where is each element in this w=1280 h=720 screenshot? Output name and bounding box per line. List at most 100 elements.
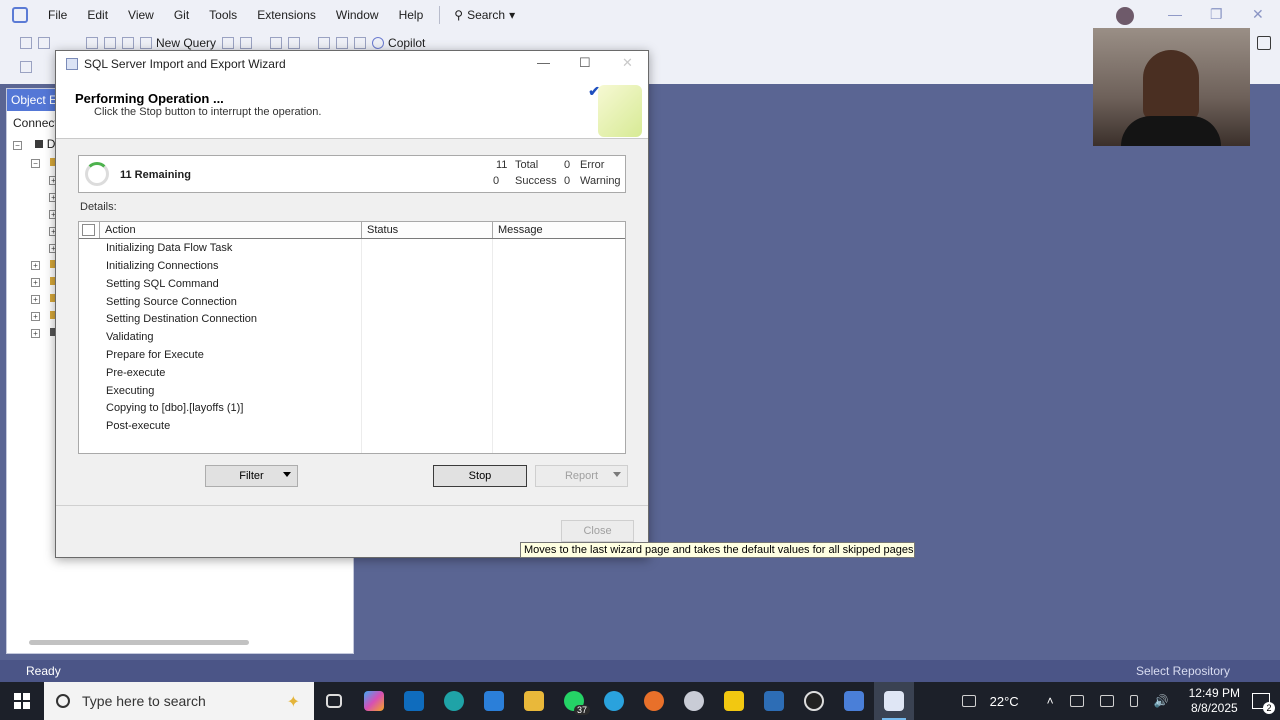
vs-code-app[interactable] [754,682,794,720]
tree-node-security[interactable]: + [31,257,58,271]
menu-help[interactable]: Help [389,8,434,22]
select-all-checkbox[interactable] [82,224,95,236]
maximize-icon[interactable]: ☐ [579,55,591,71]
scrollbar-thumb[interactable] [29,640,249,645]
feedback-icon[interactable] [1257,36,1271,50]
analysis-icon[interactable] [240,37,253,49]
select-repository-button[interactable]: Select Repository [1136,664,1230,678]
whatsapp-app[interactable]: 37 [554,682,594,720]
close-icon[interactable]: ✕ [1252,6,1264,23]
telegram-app[interactable] [594,682,634,720]
menu-file[interactable]: File [38,8,77,22]
menu-view[interactable]: View [118,8,164,22]
power-bi-app[interactable] [714,682,754,720]
tree-node-databases[interactable]: − [31,155,58,169]
tree-root[interactable]: − D [13,137,55,151]
edge-app[interactable] [434,682,474,720]
dialog-separator [56,505,648,506]
column-header-action[interactable]: Action [99,222,361,238]
collapse-icon[interactable]: − [13,141,22,150]
folder-icon[interactable] [336,37,349,49]
pin-icon[interactable] [20,61,32,73]
forward-icon[interactable] [38,37,50,49]
undo-icon[interactable] [270,37,283,49]
table-row[interactable]: Initializing Connections [79,257,625,275]
properties-icon[interactable] [354,37,367,49]
task-view-button[interactable] [314,682,354,720]
copilot-app[interactable] [354,682,394,720]
temperature[interactable]: 22°C [990,694,1019,709]
table-row[interactable]: Copying to [dbo].[layoffs (1)] [79,399,625,417]
menu-edit[interactable]: Edit [77,8,118,22]
notification-icon[interactable]: 2 [1252,693,1275,714]
expand-icon[interactable]: + [31,278,40,287]
new-query-button[interactable]: New Query [140,36,216,50]
cloud-icon[interactable] [1069,695,1084,707]
table-row[interactable]: Post-execute [79,417,625,435]
menu-window[interactable]: Window [326,8,389,22]
warning-label: Warning [580,175,621,187]
menu-tools[interactable]: Tools [199,8,247,22]
collapse-icon[interactable]: − [31,159,40,168]
tree-node-server-objects[interactable]: + [31,274,58,288]
stop-button[interactable]: Stop [433,465,527,487]
object-explorer-tab[interactable]: Object Ex [7,89,57,111]
new-project-icon[interactable] [86,37,98,49]
tree-node-management[interactable]: + [31,308,58,322]
query-icon[interactable] [222,37,235,49]
battery-icon[interactable] [1099,695,1114,707]
table-row[interactable]: Validating [79,328,625,346]
outlook-app[interactable] [394,682,434,720]
horizontal-scrollbar[interactable] [13,637,349,647]
clock[interactable]: 12:49 PM 8/8/2025 [1189,686,1240,716]
save-all-icon[interactable] [122,37,134,49]
menu-search[interactable]: ⚲ Search ▾ [446,8,523,22]
table-row[interactable]: Setting Source Connection [79,293,625,311]
filter-button[interactable]: Filter [205,465,298,487]
weather-icon[interactable] [961,695,976,707]
table-row[interactable]: Setting SQL Command [79,275,625,293]
open-icon[interactable] [104,37,116,49]
start-button[interactable] [0,682,44,720]
back-icon[interactable] [20,37,32,49]
chevron-up-icon[interactable]: ˄ [1047,694,1054,708]
column-header-message[interactable]: Message [492,222,625,238]
table-row[interactable]: Prepare for Execute [79,346,625,364]
taskbar-search[interactable]: Type here to search ✦ [44,682,314,720]
minimize-icon[interactable]: — [1168,6,1182,22]
expand-icon[interactable]: + [31,261,40,270]
microphone-icon[interactable] [1129,695,1138,707]
connect-button[interactable]: Connect [13,116,58,130]
volume-icon[interactable]: 🔊 [1154,694,1169,708]
table-row[interactable]: Pre-execute [79,364,625,382]
expand-icon[interactable]: + [31,312,40,321]
wizard-app[interactable] [874,682,914,720]
store-app[interactable] [474,682,514,720]
user-avatar[interactable] [1116,7,1134,25]
minimize-icon[interactable]: — [537,55,550,70]
tree-node-replication[interactable]: + [31,291,58,305]
table-row[interactable]: Initializing Data Flow Task [79,239,625,257]
report-button[interactable]: Report [535,465,628,487]
total-count: 11 [496,159,508,171]
close-icon[interactable]: ✕ [622,55,633,71]
expand-icon[interactable]: + [31,329,40,338]
expand-icon[interactable]: + [31,295,40,304]
ssms-app[interactable] [834,682,874,720]
copilot-button[interactable]: Copilot [372,36,425,50]
app-icon-button[interactable] [674,682,714,720]
menu-git[interactable]: Git [164,8,199,22]
column-header-status[interactable]: Status [361,222,492,238]
redo-icon[interactable] [288,37,301,49]
firefox-app[interactable] [634,682,674,720]
row-action: Initializing Data Flow Task [106,242,233,254]
object-explorer-icon[interactable] [318,37,331,49]
close-button[interactable]: Close [561,520,634,542]
recorder-app[interactable] [794,682,834,720]
file-explorer-app[interactable] [514,682,554,720]
menu-extensions[interactable]: Extensions [247,8,326,22]
tree-node-agent[interactable]: + [31,325,58,339]
table-row[interactable]: Executing [79,382,625,400]
restore-icon[interactable]: ❐ [1210,6,1223,23]
table-row[interactable]: Setting Destination Connection [79,310,625,328]
